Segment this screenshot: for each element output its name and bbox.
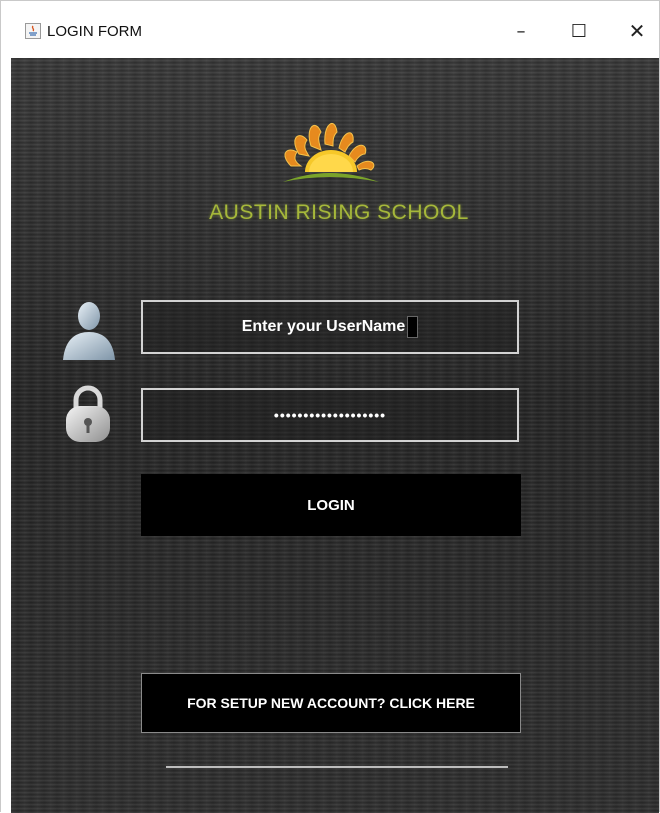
- minimize-icon: –: [516, 20, 526, 42]
- lock-icon: [66, 385, 110, 442]
- login-button-label: LOGIN: [307, 496, 355, 514]
- minimize-button[interactable]: –: [501, 15, 541, 47]
- password-field[interactable]: •••••••••••••••••••: [141, 388, 519, 442]
- java-app-icon: [25, 23, 41, 39]
- divider-line: [166, 766, 508, 768]
- school-name: AUSTIN RISING SCHOOL: [209, 201, 469, 224]
- setup-account-button[interactable]: FOR SETUP NEW ACCOUNT? CLICK HERE: [141, 673, 521, 733]
- user-icon: [63, 302, 115, 360]
- window-left-edge: [1, 58, 11, 813]
- username-text: Enter your UserName: [241, 318, 406, 335]
- username-field[interactable]: Enter your UserName: [141, 300, 519, 354]
- close-button[interactable]: ✕: [617, 15, 657, 47]
- text-cursor: [407, 316, 419, 338]
- close-icon: ✕: [628, 19, 646, 43]
- login-window: LOGIN FORM – ☐ ✕ AUSTIN RISING SCHOOL En…: [0, 0, 660, 813]
- maximize-button[interactable]: ☐: [559, 15, 599, 47]
- setup-account-label: FOR SETUP NEW ACCOUNT? CLICK HERE: [187, 695, 475, 711]
- maximize-icon: ☐: [570, 20, 588, 42]
- title-bar[interactable]: LOGIN FORM – ☐ ✕: [1, 1, 659, 57]
- password-dots: •••••••••••••••••••: [273, 407, 387, 423]
- rising-sun-logo: [283, 122, 379, 182]
- login-button[interactable]: LOGIN: [141, 474, 521, 536]
- window-title: LOGIN FORM: [47, 23, 143, 40]
- login-panel: AUSTIN RISING SCHOOL Enter your UserName…: [11, 58, 659, 813]
